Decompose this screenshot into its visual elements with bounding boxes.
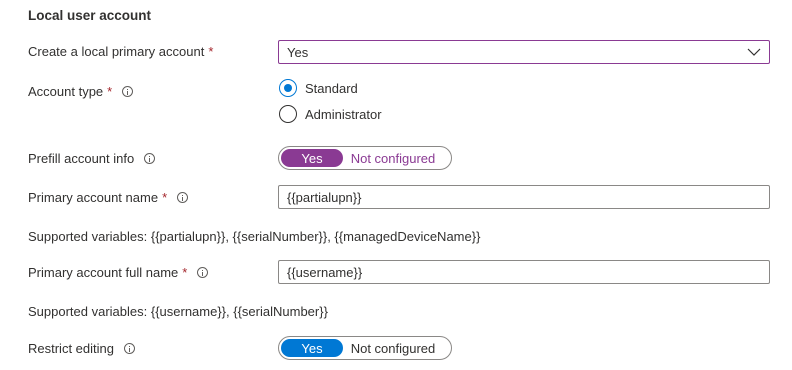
create-primary-select-value: Yes	[287, 44, 309, 60]
full-name-helper: Supported variables: {{username}}, {{ser…	[28, 304, 328, 319]
create-primary-label-text: Create a local primary account	[28, 44, 205, 59]
full-name-input-value: {{username}}	[287, 264, 363, 280]
required-marker: *	[208, 44, 214, 59]
primary-name-label: Primary account name *	[28, 190, 189, 205]
info-icon[interactable]	[144, 153, 156, 164]
radio-button-standard[interactable]	[279, 79, 297, 97]
radio-option-administrator[interactable]: Administrator	[279, 105, 382, 123]
radio-option-standard[interactable]: Standard	[279, 79, 358, 97]
primary-name-input-value: {{partialupn}}	[287, 189, 362, 205]
full-name-label-text: Primary account full name	[28, 265, 179, 280]
required-marker: *	[162, 190, 168, 205]
info-icon[interactable]	[122, 86, 134, 97]
prefill-toggle-yes[interactable]: Yes	[281, 149, 343, 167]
section-title: Local user account	[28, 8, 152, 23]
account-type-label: Account type *	[28, 84, 134, 99]
full-name-input[interactable]: {{username}}	[278, 260, 770, 284]
account-type-label-text: Account type	[28, 84, 104, 99]
radio-button-administrator[interactable]	[279, 105, 297, 123]
restrict-toggle-not-configured[interactable]: Not configured	[343, 341, 449, 356]
restrict-label: Restrict editing	[28, 341, 135, 356]
info-icon[interactable]	[197, 267, 209, 278]
required-marker: *	[107, 84, 113, 99]
restrict-toggle[interactable]: Yes Not configured	[278, 336, 452, 360]
radio-label-administrator: Administrator	[305, 106, 382, 122]
info-icon[interactable]	[123, 343, 135, 354]
primary-name-label-text: Primary account name	[28, 190, 159, 205]
create-primary-label: Create a local primary account *	[28, 44, 213, 59]
primary-name-input[interactable]: {{partialupn}}	[278, 185, 770, 209]
primary-name-helper: Supported variables: {{partialupn}}, {{s…	[28, 229, 481, 244]
required-marker: *	[182, 265, 188, 280]
prefill-toggle[interactable]: Yes Not configured	[278, 146, 452, 170]
full-name-label: Primary account full name *	[28, 265, 209, 280]
radio-label-standard: Standard	[305, 80, 358, 96]
prefill-toggle-not-configured[interactable]: Not configured	[343, 151, 449, 166]
info-icon[interactable]	[177, 192, 189, 203]
create-primary-select[interactable]: Yes	[278, 40, 770, 64]
restrict-label-text: Restrict editing	[28, 341, 114, 356]
chevron-down-icon	[747, 46, 761, 61]
prefill-label-text: Prefill account info	[28, 151, 135, 166]
restrict-toggle-yes[interactable]: Yes	[281, 339, 343, 357]
prefill-label: Prefill account info	[28, 151, 156, 166]
